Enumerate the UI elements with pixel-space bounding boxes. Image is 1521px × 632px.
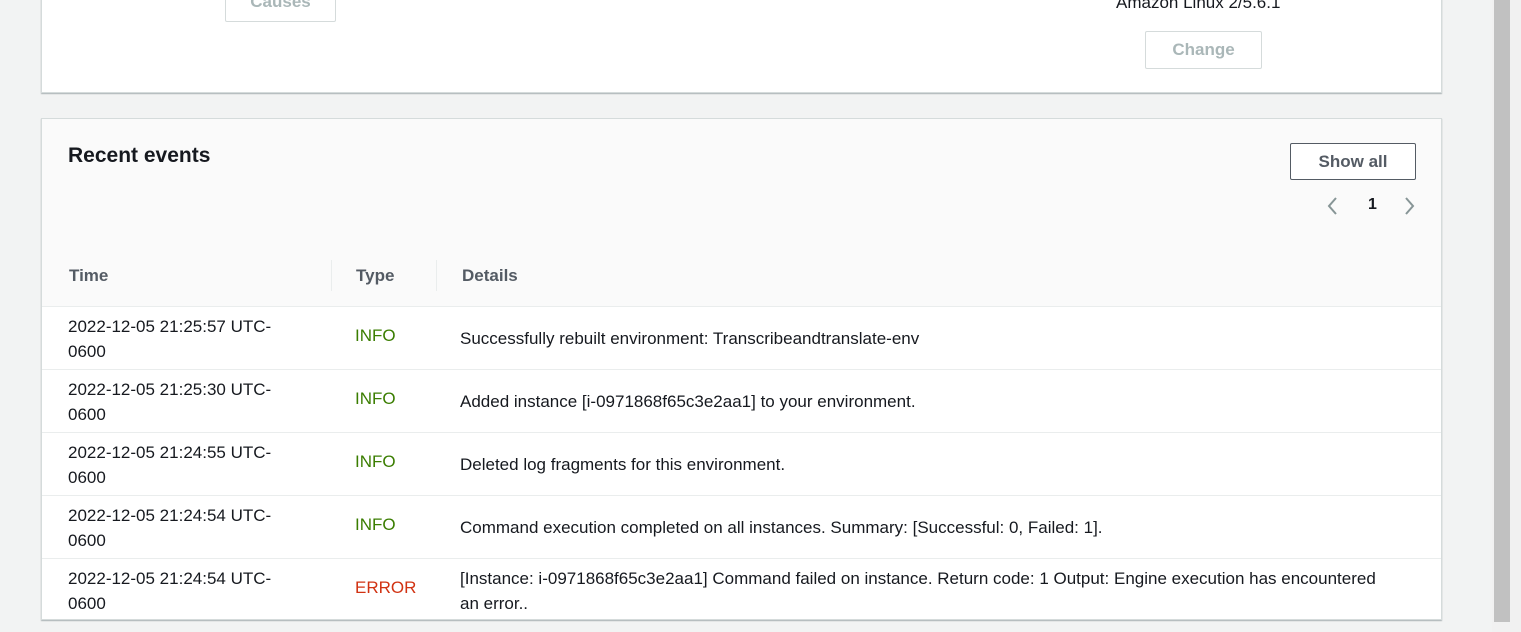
events-table-header: Time Type Details	[42, 245, 1441, 307]
column-header-time[interactable]: Time	[69, 266, 108, 286]
column-divider[interactable]	[436, 260, 437, 291]
event-time: 2022-12-05 21:24:54 UTC-0600	[68, 506, 272, 550]
event-details: [Instance: i-0971868f65c3e2aa1] Command …	[460, 569, 1376, 613]
table-row: 2022-12-05 21:25:30 UTC-0600 INFO Added …	[42, 370, 1441, 433]
causes-button[interactable]: Causes	[225, 0, 336, 22]
event-time: 2022-12-05 21:24:54 UTC-0600	[68, 569, 272, 613]
environment-overview-card: Causes Amazon Linux 2/5.6.1 Change	[41, 0, 1442, 93]
recent-events-header: Recent events Show all 1	[42, 119, 1441, 246]
column-divider[interactable]	[331, 260, 332, 291]
change-platform-button[interactable]: Change	[1145, 31, 1262, 69]
event-details: Successfully rebuilt environment: Transc…	[460, 329, 920, 348]
event-type: INFO	[355, 515, 396, 534]
event-type: INFO	[355, 326, 396, 345]
events-table-body: 2022-12-05 21:25:57 UTC-0600 INFO Succes…	[42, 307, 1441, 619]
event-details: Command execution completed on all insta…	[460, 518, 1103, 537]
event-type: INFO	[355, 452, 396, 471]
pagination: 1	[1324, 193, 1418, 219]
recent-events-title: Recent events	[68, 144, 211, 167]
event-time: 2022-12-05 21:25:57 UTC-0600	[68, 317, 272, 361]
table-row: 2022-12-05 21:24:55 UTC-0600 INFO Delete…	[42, 433, 1441, 496]
column-header-details[interactable]: Details	[462, 266, 518, 286]
chevron-right-icon[interactable]	[1400, 195, 1418, 217]
table-row: 2022-12-05 21:25:57 UTC-0600 INFO Succes…	[42, 307, 1441, 370]
column-header-type[interactable]: Type	[356, 266, 394, 286]
chevron-left-icon[interactable]	[1324, 195, 1342, 217]
event-details: Deleted log fragments for this environme…	[460, 455, 786, 474]
table-row: 2022-12-05 21:24:54 UTC-0600 INFO Comman…	[42, 496, 1441, 559]
show-all-button[interactable]: Show all	[1290, 143, 1416, 180]
current-page-number[interactable]: 1	[1368, 196, 1377, 214]
event-details: Added instance [i-0971868f65c3e2aa1] to …	[460, 392, 916, 411]
event-type: ERROR	[355, 578, 417, 597]
table-row: 2022-12-05 21:24:54 UTC-0600 ERROR [Inst…	[42, 559, 1441, 619]
event-type: INFO	[355, 389, 396, 408]
scrollbar-thumb[interactable]	[1494, 0, 1510, 622]
recent-events-panel: Recent events Show all 1 Time Type Detai…	[41, 118, 1442, 620]
platform-version: Amazon Linux 2/5.6.1	[1116, 0, 1281, 12]
event-time: 2022-12-05 21:24:55 UTC-0600	[68, 443, 272, 487]
event-time: 2022-12-05 21:25:30 UTC-0600	[68, 380, 272, 424]
